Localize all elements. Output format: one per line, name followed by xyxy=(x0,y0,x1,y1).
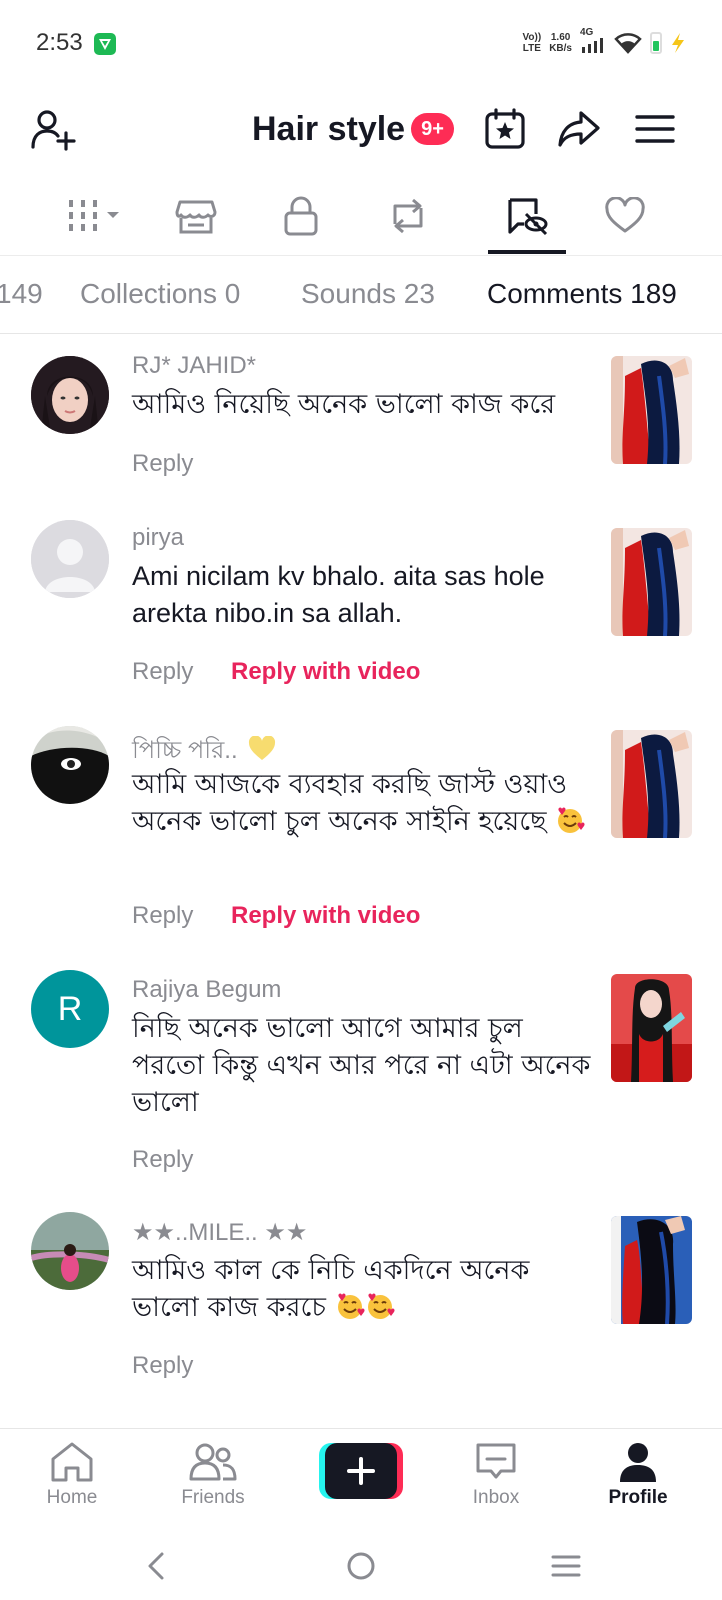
system-navigation-bar xyxy=(0,1532,722,1600)
tab-comments-text[interactable]: Comments 189 xyxy=(487,278,677,310)
avatar[interactable] xyxy=(31,1212,109,1290)
creator-tools-button[interactable] xyxy=(480,104,530,154)
nav-label: Friends xyxy=(181,1487,245,1508)
tab-comments[interactable] xyxy=(494,188,560,244)
heart-icon xyxy=(605,197,645,233)
tab-videos[interactable] xyxy=(58,188,128,244)
home-icon xyxy=(51,1442,93,1482)
lock-icon xyxy=(284,196,318,236)
videos-grid-icon xyxy=(69,200,119,231)
inbox-icon xyxy=(476,1443,516,1479)
sub-tab-bar: 149 Collections 0 Sounds 23 Comments 189 xyxy=(0,258,722,334)
content-tab-bar xyxy=(0,178,722,256)
avatar[interactable] xyxy=(31,520,109,598)
comment-text: নিছি অনেক ভালো আগে আমার চুল পরতো কিন্তু … xyxy=(132,1013,591,1118)
comment-text: আমি আজকে ব্যবহার করছি জাস্ট ওয়াও অনেক ভ… xyxy=(132,766,592,840)
volte-indicator: Vo)) LTE xyxy=(522,32,542,54)
reply-button[interactable]: Reply xyxy=(132,658,193,686)
reply-button[interactable]: Reply xyxy=(132,902,193,930)
system-back-button[interactable] xyxy=(136,1546,176,1586)
wifi-icon xyxy=(614,33,642,54)
video-thumbnail[interactable] xyxy=(611,528,692,636)
nav-inbox[interactable]: Inbox xyxy=(441,1441,551,1521)
system-home-button[interactable] xyxy=(341,1546,381,1586)
reply-button[interactable]: Reply xyxy=(132,1352,193,1380)
nav-profile[interactable]: Profile xyxy=(583,1441,693,1521)
active-tab-indicator xyxy=(488,250,566,254)
repost-icon xyxy=(393,198,423,234)
yellow-heart-emoji xyxy=(249,735,276,760)
page-title: Hair style xyxy=(252,109,406,148)
avatar[interactable] xyxy=(31,356,109,434)
tab-collections[interactable]: Collections 0 xyxy=(80,278,240,310)
calendar-star-icon xyxy=(485,108,525,149)
avatar-letter: R xyxy=(57,989,83,1028)
video-thumbnail[interactable] xyxy=(611,730,692,838)
signal-icon: 4G xyxy=(580,27,606,55)
charging-icon xyxy=(672,33,684,53)
smiling-face-hearts-emoji xyxy=(337,1293,365,1319)
comment-username[interactable]: RJ* JAHID* xyxy=(132,352,256,380)
nav-label: Home xyxy=(46,1487,98,1508)
recents-menu-icon xyxy=(551,1555,581,1577)
notification-badge: 9+ xyxy=(411,113,454,145)
battery-icon xyxy=(650,32,662,54)
tab-liked[interactable] xyxy=(592,188,658,244)
comment-text: আমিও নিয়েছি অনেক ভালো কাজ করে xyxy=(132,389,556,420)
profile-header: Hair style 9+ xyxy=(0,90,722,166)
comment-text: আমিও কাল কে নিচি একদিনে অনেক ভালো কাজ কর… xyxy=(132,1255,530,1323)
home-circle-icon xyxy=(347,1552,375,1580)
video-thumbnail[interactable] xyxy=(611,1216,692,1324)
avatar[interactable]: R xyxy=(31,970,109,1048)
reply-button[interactable]: Reply xyxy=(132,1146,193,1174)
back-chevron-icon xyxy=(148,1552,164,1580)
smiling-face-hearts-emoji xyxy=(367,1293,395,1319)
notification-app-icon xyxy=(94,33,116,55)
add-friend-button[interactable] xyxy=(28,104,78,154)
system-recents-button[interactable] xyxy=(546,1546,586,1586)
network-speed: 1.60 KB/s xyxy=(549,32,572,54)
status-time: 2:53 xyxy=(36,29,83,56)
shop-icon xyxy=(175,200,217,234)
comment-username[interactable]: Rajiya Begum xyxy=(132,976,281,1004)
bottom-navigation: Home Friends Inbox Profile xyxy=(0,1428,722,1532)
reply-with-video-button[interactable]: Reply with video xyxy=(231,658,420,686)
hamburger-menu-icon xyxy=(635,115,675,143)
nav-label: Profile xyxy=(608,1487,668,1508)
nav-home[interactable]: Home xyxy=(17,1441,127,1521)
comment-username[interactable]: ★★..MILE.. ★★ xyxy=(132,1218,307,1247)
nav-label: Inbox xyxy=(472,1487,520,1508)
comments-hidden-icon xyxy=(508,198,548,236)
video-thumbnail[interactable] xyxy=(611,356,692,464)
video-thumbnail[interactable] xyxy=(611,974,692,1082)
status-bar: 2:53 Vo)) LTE 1.60 KB/s 4G xyxy=(0,0,722,86)
account-switcher[interactable]: Hair style 9+ xyxy=(252,104,454,154)
add-user-icon xyxy=(31,110,76,151)
nav-friends[interactable]: Friends xyxy=(158,1441,268,1521)
tab-shop[interactable] xyxy=(163,188,229,244)
reply-button[interactable]: Reply xyxy=(132,450,193,478)
share-icon xyxy=(558,111,600,147)
tab-partial[interactable]: 149 xyxy=(0,278,43,310)
create-button[interactable] xyxy=(319,1443,403,1499)
comment-username[interactable]: pirya xyxy=(132,524,184,552)
tab-sounds[interactable]: Sounds 23 xyxy=(301,278,435,310)
avatar[interactable] xyxy=(31,726,109,804)
share-button[interactable] xyxy=(554,104,604,154)
comments-list[interactable]: RJ* JAHID* আমিও নিয়েছি অনেক ভালো কাজ কর… xyxy=(0,336,722,1426)
menu-button[interactable] xyxy=(630,104,680,154)
friends-icon xyxy=(189,1443,237,1481)
reply-with-video-button[interactable]: Reply with video xyxy=(231,902,420,930)
smiling-face-hearts-emoji xyxy=(558,807,585,833)
tab-private[interactable] xyxy=(268,188,334,244)
profile-icon xyxy=(620,1443,656,1482)
comment-text: Ami nicilam kv bhalo. aita sas hole arek… xyxy=(132,561,545,628)
tab-reposts[interactable] xyxy=(375,188,441,244)
